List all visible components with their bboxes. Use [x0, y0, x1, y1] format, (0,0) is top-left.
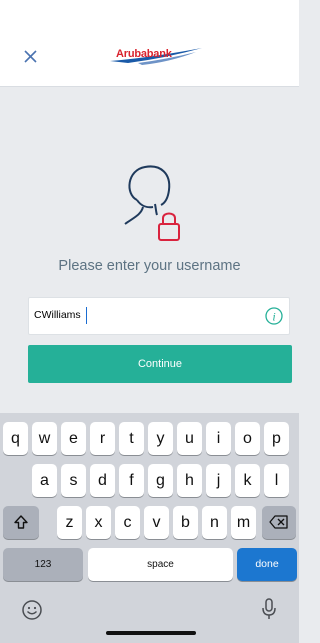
continue-button[interactable]: Continue — [28, 345, 292, 383]
key-s[interactable]: s — [61, 464, 86, 497]
space-key[interactable]: space — [88, 548, 233, 581]
key-x[interactable]: x — [86, 506, 111, 539]
svg-text:i: i — [272, 310, 275, 324]
key-y[interactable]: y — [148, 422, 173, 455]
key-l[interactable]: l — [264, 464, 289, 497]
info-icon[interactable]: i — [265, 307, 283, 325]
username-input[interactable]: CWilliams i — [28, 297, 290, 335]
username-prompt: Please enter your username — [58, 258, 241, 274]
key-v[interactable]: v — [144, 506, 169, 539]
key-u[interactable]: u — [177, 422, 202, 455]
key-g[interactable]: g — [148, 464, 173, 497]
user-lock-icon — [124, 165, 180, 241]
done-key[interactable]: done — [237, 548, 297, 581]
key-p[interactable]: p — [264, 422, 289, 455]
shift-icon — [14, 515, 28, 529]
logo-text: Arubabank — [116, 48, 172, 60]
numbers-key[interactable]: 123 — [3, 548, 83, 581]
app-header: Arubabank — [0, 0, 299, 87]
backspace-key[interactable] — [262, 506, 296, 539]
on-screen-keyboard: q w e r t y u i o p a s d f g h j k l z … — [0, 413, 299, 643]
microphone-icon[interactable] — [260, 597, 278, 621]
key-h[interactable]: h — [177, 464, 202, 497]
close-icon — [24, 50, 37, 63]
key-j[interactable]: j — [206, 464, 231, 497]
close-button[interactable] — [22, 46, 42, 66]
key-b[interactable]: b — [173, 506, 198, 539]
key-z[interactable]: z — [57, 506, 82, 539]
shift-key[interactable] — [3, 506, 39, 539]
key-f[interactable]: f — [119, 464, 144, 497]
key-r[interactable]: r — [90, 422, 115, 455]
key-n[interactable]: n — [202, 506, 227, 539]
username-value[interactable]: CWilliams — [34, 309, 81, 321]
key-e[interactable]: e — [61, 422, 86, 455]
key-o[interactable]: o — [235, 422, 260, 455]
key-c[interactable]: c — [115, 506, 140, 539]
backspace-icon — [269, 515, 288, 529]
text-caret — [86, 307, 87, 324]
key-m[interactable]: m — [231, 506, 256, 539]
key-d[interactable]: d — [90, 464, 115, 497]
key-a[interactable]: a — [32, 464, 57, 497]
key-q[interactable]: q — [3, 422, 28, 455]
key-k[interactable]: k — [235, 464, 260, 497]
key-i[interactable]: i — [206, 422, 231, 455]
login-content: Please enter your username CWilliams i C… — [0, 87, 299, 413]
arubabank-logo: Arubabank — [108, 44, 204, 70]
key-t[interactable]: t — [119, 422, 144, 455]
emoji-icon[interactable] — [21, 599, 43, 621]
home-indicator — [106, 631, 196, 635]
key-w[interactable]: w — [32, 422, 57, 455]
